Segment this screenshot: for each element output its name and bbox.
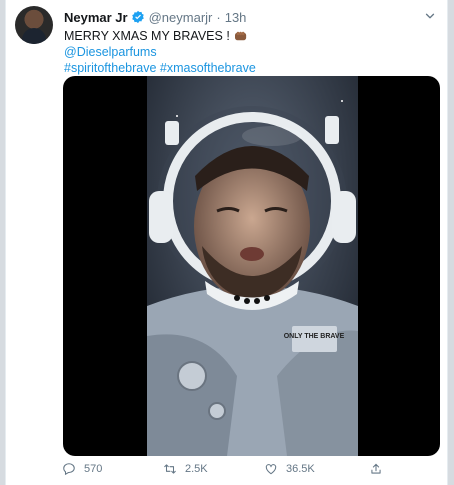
like-button[interactable]: 36.5K (264, 462, 315, 476)
tweet-text: MERRY XMAS MY BRAVES ! @Dieselparfums #s… (64, 28, 434, 76)
tweet-timestamp[interactable]: 13h (225, 10, 247, 25)
reply-button[interactable]: 570 (62, 462, 102, 476)
avatar[interactable] (15, 6, 53, 44)
retweet-button[interactable]: 2.5K (163, 462, 208, 476)
retweet-count: 2.5K (185, 463, 208, 475)
video-frame: ONLY THE BRAVE (147, 76, 358, 456)
action-bar: 570 2.5K 36.5K (62, 461, 442, 477)
tweet-header: Neymar Jr @neymarjr · 13h (64, 8, 246, 26)
reply-count: 570 (84, 463, 103, 475)
fist-emoji-icon (234, 30, 248, 42)
mention-link[interactable]: @Dieselparfums (64, 44, 434, 60)
retweet-icon (164, 464, 176, 474)
share-icon (371, 463, 381, 474)
hashtags-link[interactable]: #spiritofthebrave #xmasofthebrave (64, 60, 434, 76)
tweet-card[interactable]: Neymar Jr @neymarjr · 13h MERRY XMAS MY … (5, 0, 448, 485)
video-player[interactable]: ONLY THE BRAVE (63, 76, 440, 456)
author-handle[interactable]: @neymarjr (149, 10, 213, 25)
author-name[interactable]: Neymar Jr (64, 10, 128, 25)
chevron-down-icon[interactable] (423, 9, 437, 23)
share-button[interactable] (369, 462, 391, 476)
like-icon (265, 464, 277, 475)
separator-dot: · (216, 9, 221, 25)
tweet-text-line: MERRY XMAS MY BRAVES ! (64, 29, 230, 43)
suit-patch-text: ONLY THE BRAVE (284, 333, 345, 340)
reply-icon (63, 463, 75, 476)
verified-badge-icon (131, 10, 145, 24)
like-count: 36.5K (286, 463, 315, 475)
